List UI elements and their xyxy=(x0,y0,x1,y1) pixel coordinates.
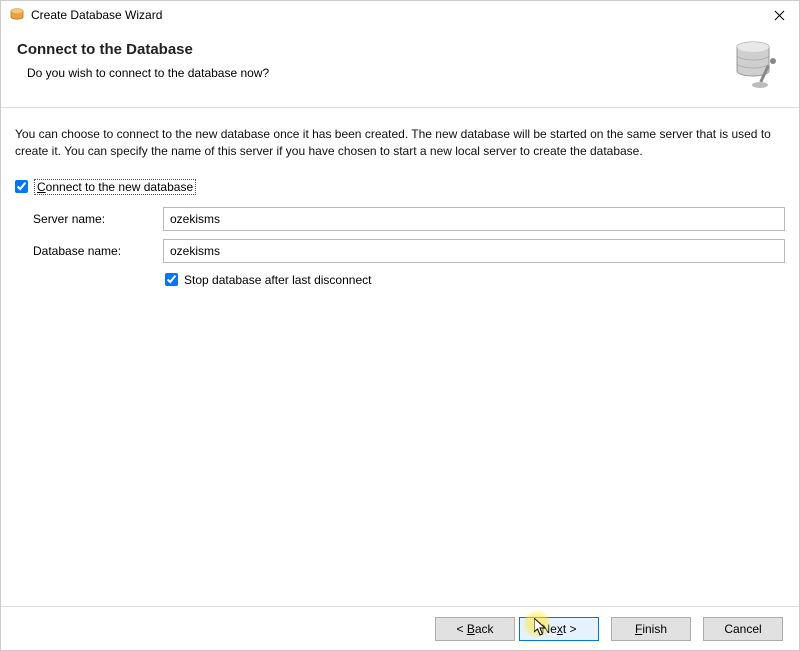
connect-checkbox[interactable] xyxy=(15,180,28,193)
close-button[interactable] xyxy=(767,3,791,27)
server-name-row: Server name: xyxy=(15,207,785,231)
page-title: Connect to the Database xyxy=(17,41,711,58)
server-name-label: Server name: xyxy=(33,212,163,226)
server-name-input[interactable] xyxy=(163,207,785,231)
titlebar: Create Database Wizard xyxy=(1,1,799,29)
next-button[interactable]: Next > xyxy=(519,617,599,641)
finish-button[interactable]: Finish xyxy=(611,617,691,641)
back-button[interactable]: < Back xyxy=(435,617,515,641)
nav-button-group: < Back Next > xyxy=(435,617,599,641)
connect-checkbox-row: Connect to the new database xyxy=(15,179,785,195)
wizard-header: Connect to the Database Do you wish to c… xyxy=(1,29,799,108)
wizard-content: You can choose to connect to the new dat… xyxy=(1,108,799,309)
description-text: You can choose to connect to the new dat… xyxy=(15,126,785,161)
window-title: Create Database Wizard xyxy=(31,8,767,22)
database-name-input[interactable] xyxy=(163,239,785,263)
page-subtitle: Do you wish to connect to the database n… xyxy=(27,66,711,80)
app-icon xyxy=(9,7,25,23)
database-name-label: Database name: xyxy=(33,244,163,258)
database-name-row: Database name: xyxy=(15,239,785,263)
stop-checkbox-row: Stop database after last disconnect xyxy=(165,273,785,287)
button-bar: < Back Next > Finish Cancel xyxy=(1,606,799,650)
connect-checkbox-label[interactable]: Connect to the new database xyxy=(34,179,196,195)
stop-database-checkbox[interactable] xyxy=(165,273,178,286)
cancel-button[interactable]: Cancel xyxy=(703,617,783,641)
stop-database-label[interactable]: Stop database after last disconnect xyxy=(184,273,371,287)
database-icon xyxy=(723,37,783,93)
